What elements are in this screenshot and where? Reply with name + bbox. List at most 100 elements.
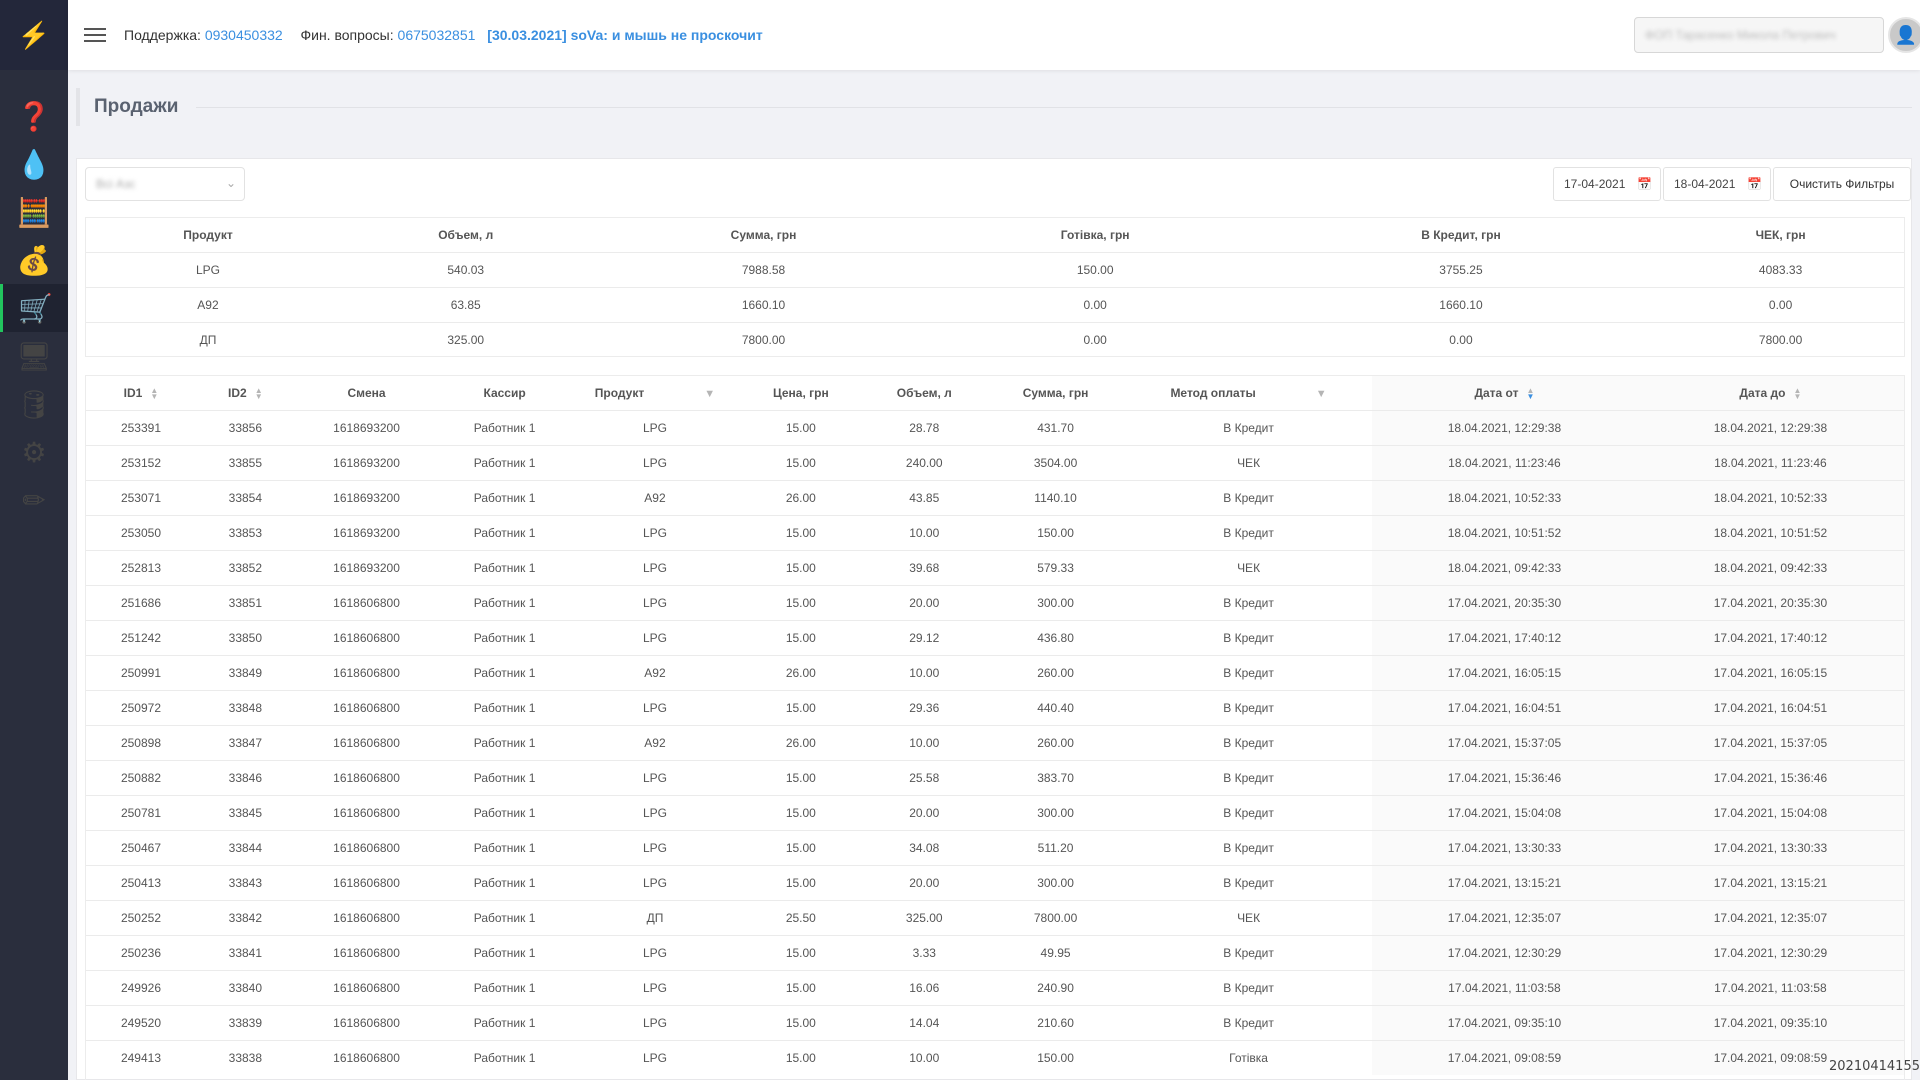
clear-filters-button[interactable]: Очистить Фильтры	[1773, 167, 1911, 201]
sort-icon[interactable]: ▲ ▼	[150, 386, 158, 400]
filter-funnel-icon[interactable]: ▼	[704, 388, 715, 400]
sales-col-header[interactable]: Дата до ▲ ▼	[1636, 376, 1904, 410]
date-to-input[interactable]: 18-04-2021 📅	[1663, 167, 1771, 201]
title-divider	[196, 106, 1912, 108]
table-row[interactable]: 249926 33840 1618606800 Работник 1 LPG 15.00 1…	[86, 969, 1904, 1005]
table-cell: 250898	[86, 724, 196, 760]
question-icon: ❓	[16, 100, 52, 132]
sales-col-header[interactable]: ID1 ▲ ▼	[86, 376, 196, 410]
table-cell: 17.04.2021, 12:35:07	[1636, 899, 1904, 935]
hamburger-menu-icon[interactable]	[84, 28, 106, 42]
date-to-value: 18-04-2021	[1674, 177, 1736, 191]
station-filter-select[interactable]: Всі Азс ⌄	[85, 167, 245, 201]
table-row[interactable]: 250882 33846 1618606800 Работник 1 LPG 15.00 2…	[86, 759, 1904, 795]
user-avatar-icon[interactable]: 👤	[1888, 17, 1920, 53]
table-cell: LPG	[570, 619, 740, 655]
table-cell: 15.00	[739, 514, 863, 550]
table-cell: Работник 1	[438, 654, 571, 690]
company-select[interactable]: ФОП Тарасенко Микола Петрович	[1634, 17, 1884, 53]
table-row[interactable]: 250991 33849 1618606800 Работник 1 A92 26.00 1…	[86, 654, 1904, 690]
table-cell: 3.33	[862, 934, 986, 970]
summary-cell: A92	[86, 286, 330, 322]
sales-col-header[interactable]: ID2 ▲ ▼	[196, 376, 295, 410]
table-cell: 150.00	[985, 514, 1126, 550]
table-row[interactable]: 253152 33855 1618693200 Работник 1 LPG 15.00 2…	[86, 444, 1904, 480]
table-cell: 17.04.2021, 17:40:12	[1372, 619, 1637, 655]
table-cell: 15.00	[739, 969, 863, 1005]
table-row[interactable]: 249520 33839 1618606800 Работник 1 LPG 15.00 1…	[86, 1004, 1904, 1040]
calendar-icon: 📅	[1637, 177, 1652, 191]
table-row[interactable]: 250467 33844 1618606800 Работник 1 LPG 15.00 3…	[86, 829, 1904, 865]
table-cell: 33856	[195, 409, 295, 445]
table-row[interactable]: 250781 33845 1618606800 Работник 1 LPG 15.00 2…	[86, 794, 1904, 830]
table-cell: 18.04.2021, 10:52:33	[1372, 479, 1637, 515]
logo[interactable]: ⚡	[0, 0, 68, 70]
table-cell: 18.04.2021, 12:29:38	[1636, 409, 1904, 445]
table-cell: Работник 1	[438, 514, 571, 550]
table-cell: 18.04.2021, 11:23:46	[1372, 444, 1637, 480]
table-cell: Работник 1	[438, 969, 571, 1005]
table-cell: LPG	[570, 969, 740, 1005]
news-link[interactable]: [30.03.2021] soVa: и мышь не проскочит	[487, 27, 762, 43]
table-row[interactable]: 250236 33841 1618606800 Работник 1 LPG 15.00 3…	[86, 934, 1904, 970]
sidebar-item-cart[interactable]: 🛒	[0, 284, 68, 332]
summary-cell: 540.03	[329, 251, 602, 287]
table-cell: 14.04	[862, 1004, 986, 1040]
table-cell: 18.04.2021, 09:42:33	[1636, 549, 1904, 585]
sidebar-nav: ❓ 💧 🧮 💰 🛒 🖥 🛢 ⚙ ✏	[0, 92, 68, 524]
table-cell: 1140.10	[985, 479, 1126, 515]
table-row[interactable]: 251686 33851 1618606800 Работник 1 LPG 15.00 2…	[86, 584, 1904, 620]
sidebar-item-pencil[interactable]: ✏	[0, 476, 68, 524]
table-cell: 33843	[195, 864, 295, 900]
summary-body: LPG 540.03 7988.58 150.00 3755.25 4083.33 A92 6…	[86, 251, 1904, 357]
table-row[interactable]: 250898 33847 1618606800 Работник 1 A92 26.00 1…	[86, 724, 1904, 760]
sidebar-item-settings-user[interactable]: ⚙	[0, 428, 68, 476]
finance-phone-link[interactable]: 0675032851	[398, 27, 476, 43]
sales-col-label: Объем, л	[896, 385, 952, 400]
table-cell: 17.04.2021, 15:36:46	[1636, 759, 1904, 795]
sales-col-header[interactable]: Продукт ▼	[571, 376, 739, 410]
table-row[interactable]: 250252 33842 1618606800 Работник 1 ДП 25.50 32…	[86, 899, 1904, 935]
sidebar-item-money-bag[interactable]: 💰	[0, 236, 68, 284]
table-cell: 17.04.2021, 16:05:15	[1636, 654, 1904, 690]
table-cell: В Кредит	[1125, 689, 1372, 725]
support-phone-link[interactable]: 0930450332	[205, 27, 283, 43]
table-row[interactable]: 249413 33838 1618606800 Работник 1 LPG 15.00 1…	[86, 1039, 1904, 1075]
table-cell: LPG	[570, 444, 740, 480]
table-row[interactable]: 250413 33843 1618606800 Работник 1 LPG 15.00 2…	[86, 864, 1904, 900]
table-cell: Работник 1	[438, 1004, 571, 1040]
table-row[interactable]: 252813 33852 1618693200 Работник 1 LPG 15.00 3…	[86, 549, 1904, 585]
table-row[interactable]: 253391 33856 1618693200 Работник 1 LPG 15.00 2…	[86, 409, 1904, 445]
sidebar-item-fuel-tank[interactable]: 🛢	[0, 380, 68, 428]
sidebar-item-calculator[interactable]: 🧮	[0, 188, 68, 236]
table-cell: 10.00	[862, 654, 986, 690]
date-from-input[interactable]: 17-04-2021 📅	[1553, 167, 1661, 201]
table-cell: 1618606800	[294, 759, 439, 795]
table-cell: 15.00	[739, 794, 863, 830]
table-cell: Работник 1	[438, 899, 571, 935]
sort-icon[interactable]: ▲ ▼	[1526, 386, 1534, 400]
sort-icon[interactable]: ▲ ▼	[1793, 386, 1801, 400]
table-cell: 15.00	[739, 619, 863, 655]
table-cell: ЧЕК	[1125, 444, 1372, 480]
sidebar-item-fuel-drop[interactable]: 💧	[0, 140, 68, 188]
table-cell: A92	[570, 654, 740, 690]
page-title: Продажи	[94, 96, 179, 117]
table-cell: 1618606800	[294, 1004, 439, 1040]
filter-funnel-icon[interactable]: ▼	[1316, 388, 1327, 400]
table-cell: 250236	[86, 934, 196, 970]
table-cell: 1618606800	[294, 864, 439, 900]
table-cell: 1618606800	[294, 899, 439, 935]
sidebar-item-register[interactable]: 🖥	[0, 332, 68, 380]
table-cell: 17.04.2021, 13:30:33	[1636, 829, 1904, 865]
sort-icon[interactable]: ▲ ▼	[255, 386, 263, 400]
sidebar-item-question[interactable]: ❓	[0, 92, 68, 140]
table-row[interactable]: 253071 33854 1618693200 Работник 1 A92 26.00 4…	[86, 479, 1904, 515]
table-cell: 260.00	[985, 724, 1126, 760]
sales-col-header[interactable]: Метод оплаты ▼	[1125, 376, 1372, 410]
table-row[interactable]: 250972 33848 1618606800 Работник 1 LPG 15.00 2…	[86, 689, 1904, 725]
table-cell: 15.00	[739, 409, 863, 445]
sales-col-header[interactable]: Дата от ▲ ▼	[1372, 376, 1637, 410]
table-row[interactable]: 253050 33853 1618693200 Работник 1 LPG 15.00 1…	[86, 514, 1904, 550]
table-row[interactable]: 251242 33850 1618606800 Работник 1 LPG 15.00 2…	[86, 619, 1904, 655]
